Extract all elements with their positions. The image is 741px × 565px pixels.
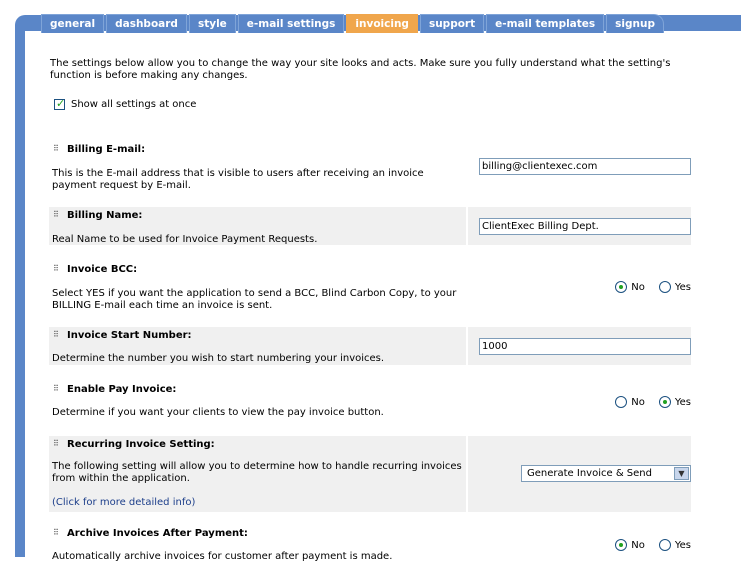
setting-invoice-bcc: ⠿ Invoice BCC: Select YES if you want th… — [49, 261, 691, 316]
radio-label: Yes — [674, 539, 691, 551]
archive-yes[interactable]: Yes — [658, 539, 691, 551]
tab-email-templates[interactable]: e-mail templates — [486, 14, 605, 33]
setting-description: The following setting will allow you to … — [52, 461, 462, 484]
radio-yes[interactable] — [658, 396, 671, 408]
panel-frame-left — [15, 28, 25, 557]
drag-handle-icon: ⠿ — [53, 144, 59, 153]
drag-handle-icon: ⠿ — [53, 210, 59, 219]
chevron-down-icon[interactable]: ▼ — [674, 467, 689, 480]
drag-handle-icon: ⠿ — [53, 330, 59, 339]
radio-yes[interactable] — [658, 539, 671, 551]
billing-email-input[interactable]: billing@clientexec.com — [479, 158, 691, 175]
invoice-bcc-yes[interactable]: Yes — [658, 281, 691, 293]
setting-title: Enable Pay Invoice: — [67, 384, 177, 395]
setting-title: Billing E-mail: — [67, 144, 146, 155]
setting-description: Real Name to be used for Invoice Payment… — [52, 234, 318, 245]
setting-description: Determine if you want your clients to vi… — [52, 407, 384, 418]
pay-invoice-yes[interactable]: Yes — [658, 396, 691, 408]
radio-label: No — [631, 396, 645, 408]
setting-enable-pay-invoice: ⠿ Enable Pay Invoice: Determine if you w… — [49, 381, 691, 426]
invoice-bcc-no[interactable]: No — [615, 281, 645, 293]
setting-invoice-start-number: ⠿ Invoice Start Number: Determine the nu… — [49, 327, 691, 365]
invoice-start-input[interactable]: 1000 — [479, 338, 691, 355]
setting-billing-email: ⠿ Billing E-mail: This is the E-mail add… — [49, 141, 691, 191]
tab-style[interactable]: style — [188, 14, 236, 33]
radio-label: No — [631, 281, 645, 293]
more-info-link[interactable]: (Click for more detailed info) — [52, 497, 195, 508]
setting-archive-invoices: ⠿ Archive Invoices After Payment: Automa… — [49, 525, 691, 565]
tab-dashboard[interactable]: dashboard — [106, 14, 187, 33]
drag-handle-icon: ⠿ — [53, 384, 59, 393]
radio-label: Yes — [674, 281, 691, 293]
tab-signup[interactable]: signup — [606, 14, 665, 33]
setting-title: Recurring Invoice Setting: — [67, 439, 215, 450]
intro-text: The settings below allow you to change t… — [50, 58, 671, 81]
checkmark-icon: ✓ — [56, 97, 66, 110]
radio-label: Yes — [674, 396, 691, 408]
billing-name-input[interactable]: ClientExec Billing Dept. — [479, 218, 691, 235]
tab-general[interactable]: general — [41, 14, 105, 33]
setting-description: This is the E-mail address that is visib… — [52, 168, 424, 191]
tab-invoicing[interactable]: invoicing — [346, 14, 418, 33]
setting-recurring-invoice: ⠿ Recurring Invoice Setting: The followi… — [49, 436, 691, 512]
invoice-bcc-radios: No Yes — [601, 281, 691, 293]
drag-handle-icon: ⠿ — [53, 264, 59, 273]
setting-title: Billing Name: — [67, 210, 143, 221]
radio-no[interactable] — [615, 281, 628, 293]
setting-description: Determine the number you wish to start n… — [52, 353, 385, 364]
pay-invoice-no[interactable]: No — [615, 396, 645, 408]
show-all-settings[interactable]: ✓ Show all settings at once — [54, 97, 197, 110]
archive-no[interactable]: No — [615, 539, 645, 551]
tab-email-settings[interactable]: e-mail settings — [237, 14, 345, 33]
recurring-invoice-select[interactable]: Generate Invoice & Send ▼ — [521, 465, 691, 482]
radio-no[interactable] — [615, 396, 628, 408]
archive-invoices-radios: No Yes — [601, 539, 691, 551]
setting-description: Select YES if you want the application t… — [52, 288, 457, 311]
radio-yes[interactable] — [658, 281, 671, 293]
pay-invoice-radios: No Yes — [601, 396, 691, 408]
select-value: Generate Invoice & Send — [527, 468, 652, 479]
radio-label: No — [631, 539, 645, 551]
radio-no[interactable] — [615, 539, 628, 551]
show-all-label: Show all settings at once — [71, 99, 197, 110]
setting-title: Archive Invoices After Payment: — [67, 528, 248, 539]
setting-title: Invoice BCC: — [67, 264, 138, 275]
drag-handle-icon: ⠿ — [53, 439, 59, 448]
tab-support[interactable]: support — [419, 14, 485, 33]
drag-handle-icon: ⠿ — [53, 528, 59, 537]
settings-tabs: general dashboard style e-mail settings … — [41, 14, 666, 33]
setting-billing-name: ⠿ Billing Name: Real Name to be used for… — [49, 207, 691, 245]
setting-description: Automatically archive invoices for custo… — [52, 551, 393, 562]
setting-title: Invoice Start Number: — [67, 330, 192, 341]
show-all-checkbox[interactable]: ✓ — [54, 97, 66, 110]
